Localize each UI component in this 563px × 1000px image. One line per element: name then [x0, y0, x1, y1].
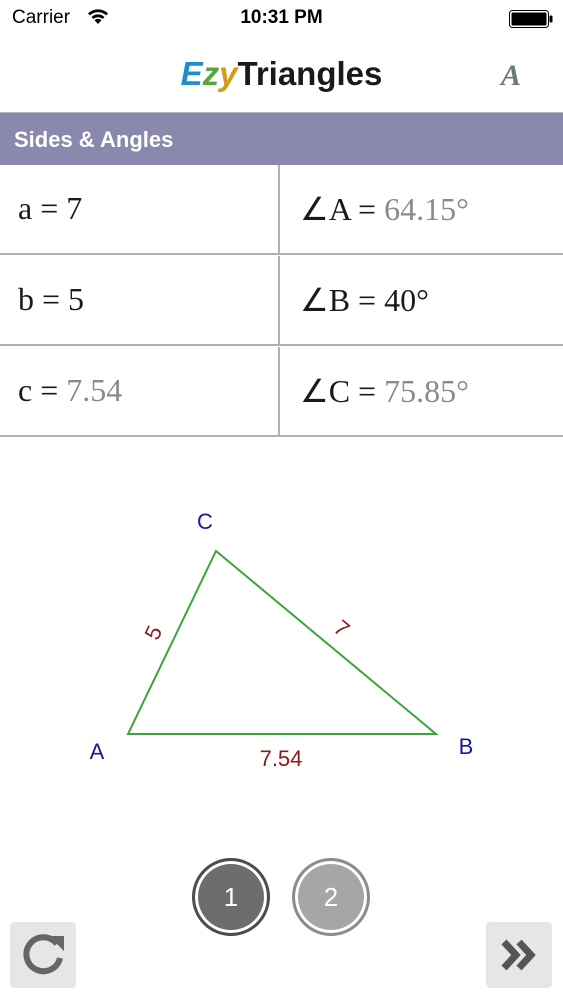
- app-title-rest: Triangles: [237, 55, 383, 92]
- side-c-cell[interactable]: c = 7.54: [0, 347, 280, 437]
- clock: 10:31 PM: [240, 7, 323, 28]
- side-c-value: 7.54: [66, 372, 123, 408]
- refresh-icon: [23, 934, 64, 975]
- page-1-button[interactable]: 1: [192, 858, 270, 936]
- side-b-cell[interactable]: b = 5: [0, 256, 280, 346]
- side-b-value: 5: [68, 281, 85, 317]
- app-title-z: z: [202, 55, 220, 92]
- double-chevron-right-icon: [501, 939, 536, 971]
- side-a-cell[interactable]: a = 7: [0, 165, 280, 255]
- side-label-c: 7.54: [260, 746, 303, 771]
- battery-icon: [509, 10, 553, 28]
- side-a-label: a =: [18, 190, 67, 226]
- angle-b-value: 40°: [384, 282, 429, 318]
- triangle-diagram: A B C 7.54 5 7: [0, 440, 563, 840]
- reset-button[interactable]: [10, 922, 76, 988]
- side-b-label: b =: [18, 281, 69, 317]
- app-title: EzyTriangles: [0, 55, 563, 93]
- side-c-label: c =: [18, 372, 67, 408]
- side-a-value: 7: [66, 190, 83, 226]
- angle-a-cell[interactable]: ∠A = 64.15°: [280, 165, 563, 255]
- values-grid: a = 7 ∠A = 64.15° b = 5 ∠B = 40° c = 7.5…: [0, 165, 563, 437]
- vertex-label-c: C: [197, 509, 213, 534]
- triangle-shape: [126, 549, 439, 735]
- vertex-label-b: B: [459, 734, 474, 759]
- font-style-button[interactable]: A: [493, 56, 529, 96]
- side-label-b: 5: [139, 622, 167, 644]
- angle-c-value: 75.85°: [384, 373, 469, 409]
- angle-b-label: ∠B =: [300, 282, 385, 318]
- next-button[interactable]: [486, 922, 552, 988]
- side-label-a: 7: [329, 615, 354, 642]
- angle-c-cell[interactable]: ∠C = 75.85°: [280, 347, 563, 437]
- angle-a-label: ∠A =: [300, 191, 385, 227]
- page-2-button[interactable]: 2: [292, 858, 370, 936]
- angle-c-label: ∠C =: [300, 373, 385, 409]
- vertex-label-a: A: [90, 739, 105, 764]
- status-bar: Carrier 10:31 PM: [0, 0, 563, 38]
- section-header: Sides & Angles: [0, 113, 563, 165]
- angle-a-value: 64.15°: [384, 191, 469, 227]
- nav-bar: EzyTriangles A: [0, 38, 563, 113]
- angle-b-cell[interactable]: ∠B = 40°: [280, 256, 563, 346]
- app-title-e: E: [180, 55, 203, 92]
- app-title-y: y: [219, 55, 238, 92]
- triangle-canvas: A B C 7.54 5 7: [90, 509, 474, 771]
- section-title: Sides & Angles: [14, 127, 174, 152]
